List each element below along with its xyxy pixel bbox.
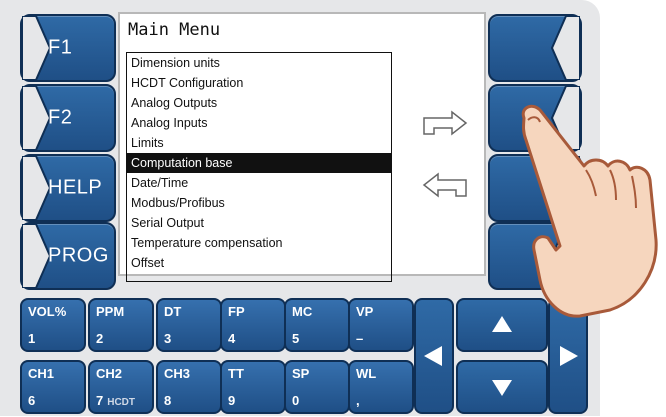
menu-item-temperature-compensation[interactable]: Temperature compensation [127,233,391,253]
soft-key-1[interactable] [488,14,582,82]
key-bottom-label: 5 [292,331,300,346]
menu-item-analog-inputs[interactable]: Analog Inputs [127,113,391,133]
key-vp[interactable]: VP – [348,298,414,352]
key-bottom-label: 7 HCDT [96,393,135,408]
key-bottom-label: 9 [228,393,236,408]
notch-icon [550,16,580,80]
f2-key-label: F2 [48,106,73,129]
prog-key-label: PROG [48,244,109,267]
enter-arrow-icon [423,110,468,136]
key-bottom-label: 0 [292,393,300,408]
menu-item-serial-output[interactable]: Serial Output [127,213,391,233]
key-top-label: MC [292,304,313,319]
prog-key[interactable]: PROG [20,222,116,290]
key-top-label: CH3 [164,366,191,381]
f1-key[interactable]: F1 [20,14,116,82]
menu-item-computation-base[interactable]: Computation base [127,153,391,173]
key-dt[interactable]: DT 3 [156,298,222,352]
key-mc[interactable]: MC 5 [284,298,350,352]
key-vol-percent[interactable]: VOL% 1 [20,298,86,352]
key-digit: 7 [96,393,104,408]
nav-down-key[interactable] [456,360,548,414]
key-top-label: DT [164,304,182,319]
key-hcdt-label: HCDT [107,397,136,408]
pointing-hand-icon [521,104,658,318]
arrow-left-icon [424,346,442,366]
f1-key-label: F1 [48,36,73,59]
menu-list: Dimension units HCDT Configuration Analo… [126,52,392,282]
menu-item-hcdt-configuration[interactable]: HCDT Configuration [127,73,391,93]
key-tt[interactable]: TT 9 [220,360,286,414]
key-top-label: WL [356,366,377,381]
menu-item-modbus-profibus[interactable]: Modbus/Profibus [127,193,391,213]
key-ch2[interactable]: CH2 7 HCDT [88,360,154,414]
key-top-label: FP [228,304,245,319]
menu-item-dimension-units[interactable]: Dimension units [127,53,391,73]
lcd-screen: Main Menu Dimension units HCDT Configura… [118,12,486,282]
key-bottom-label: 6 [28,393,36,408]
screen-title: Main Menu [128,20,221,40]
f2-key[interactable]: F2 [20,84,116,152]
key-top-label: PPM [96,304,125,319]
key-bottom-label: , [356,393,360,408]
key-bottom-label: 1 [28,331,36,346]
key-ch3[interactable]: CH3 8 [156,360,222,414]
key-top-label: CH1 [28,366,55,381]
key-ch1[interactable]: CH1 6 [20,360,86,414]
help-key[interactable]: HELP [20,154,116,222]
key-bottom-label: 2 [96,331,104,346]
key-top-label: TT [228,366,244,381]
back-arrow-icon [422,172,467,198]
nav-left-key[interactable] [414,298,454,414]
key-ppm[interactable]: PPM 2 [88,298,154,352]
key-wl[interactable]: WL, [348,360,414,414]
menu-item-offset[interactable]: Offset [127,253,391,273]
key-top-label: SP [292,366,310,381]
key-top-label: CH2 [96,366,123,381]
arrow-down-icon [492,380,512,396]
key-fp[interactable]: FP 4 [220,298,286,352]
menu-item-analog-outputs[interactable]: Analog Outputs [127,93,391,113]
key-top-label: VP [356,304,374,319]
key-top-label: VOL% [28,304,67,319]
key-bottom-label: 8 [164,393,172,408]
menu-item-limits[interactable]: Limits [127,133,391,153]
help-key-label: HELP [48,176,103,199]
key-bottom-label: 3 [164,331,172,346]
key-bottom-label: – [356,331,364,346]
menu-item-date-time[interactable]: Date/Time [127,173,391,193]
key-sp[interactable]: SP 0 [284,360,350,414]
key-bottom-label: 4 [228,331,236,346]
